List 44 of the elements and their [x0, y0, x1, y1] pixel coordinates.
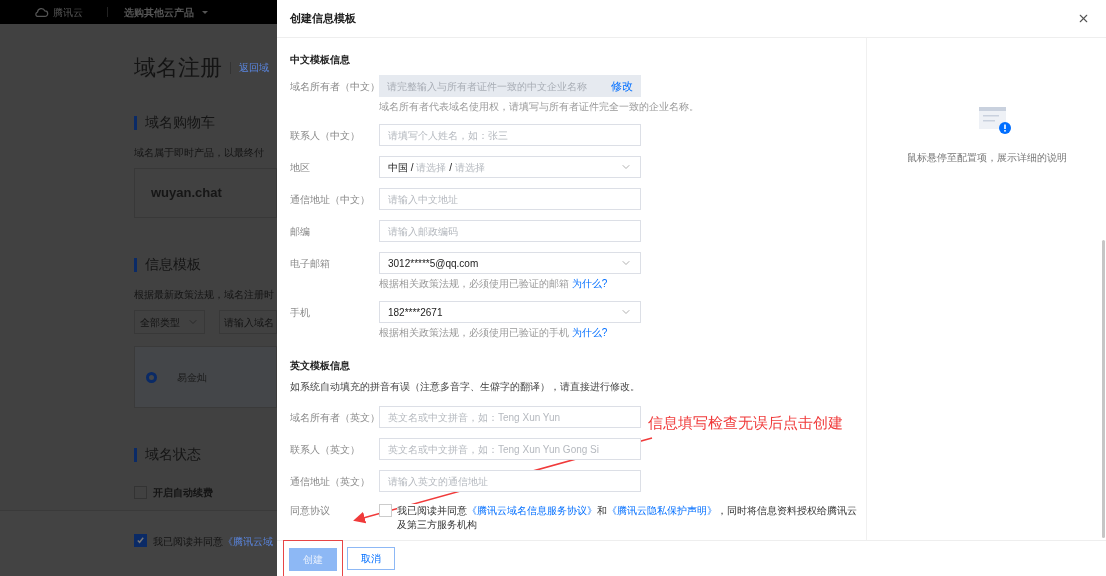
checkbox[interactable] [134, 534, 147, 547]
why-link[interactable]: 为什么? [571, 278, 608, 289]
field-label: 地区 [290, 160, 311, 175]
input-field[interactable]: 英文名或中文拼音，如：Teng Xun Yun [379, 406, 641, 428]
field-label: 通信地址（中文） [290, 192, 371, 207]
scrollbar[interactable] [1102, 240, 1105, 538]
annotation-text: 信息填写检查无误后点击创建 [648, 413, 843, 433]
section-heading: 英文模板信息 [290, 359, 351, 373]
input-field[interactable]: 英文名或中文拼音，如：Teng Xun Yun Gong Si [379, 438, 641, 460]
field-label: 通信地址（英文） [290, 474, 371, 489]
field-hint: 根据相关政策法规，必须使用已验证的手机 为什么? [379, 326, 609, 340]
field-hint: 根据相关政策法规，必须使用已验证的邮箱 为什么? [379, 277, 609, 291]
check-icon [136, 536, 145, 545]
field-label: 邮编 [290, 224, 311, 239]
dialog-title: 创建信息模板 [290, 11, 356, 27]
select-field[interactable]: 3012*****5@qq.com [379, 252, 641, 274]
products-menu[interactable]: 选购其他云产品 [124, 4, 208, 20]
region-select[interactable]: 中国 / 请选择 / 请选择 [379, 156, 641, 178]
close-icon[interactable] [1077, 12, 1090, 25]
radio[interactable] [146, 371, 157, 383]
cancel-button[interactable]: 取消 [347, 547, 395, 570]
back-link[interactable]: 返回域 [239, 60, 269, 75]
field-label: 手机 [290, 305, 311, 320]
field-label: 联系人（英文） [290, 442, 361, 457]
field-label: 域名所有者（中文） [290, 79, 379, 94]
agreement-link[interactable]: 《腾讯云域 [223, 536, 273, 547]
cloud-logo-icon [33, 6, 49, 18]
field-label: 联系人（中文） [290, 128, 361, 143]
section-note: 如系统自动填充的拼音有误（注意多音字、生僻字的翻译），请直接进行修改。 [290, 380, 641, 394]
agreement-text: 我已阅读并同意《腾讯云域名信息服务协议》和《腾讯云隐私保护声明》，同时将信息资料授权给腾讯云及第三方服务机构 [397, 504, 857, 532]
section-heading: 中文模板信息 [290, 53, 351, 67]
brand-name[interactable]: 腾讯云 [53, 4, 83, 20]
agreement-link[interactable]: 《腾讯云隐私保护声明》 [607, 505, 717, 516]
agreement-link[interactable]: 《腾讯云域名信息服务协议》 [467, 505, 597, 516]
field-label: 同意协议 [290, 504, 331, 518]
edit-link[interactable]: 修改 [611, 77, 633, 95]
help-text: 鼠标悬停至配置项，展示详细的说明 [906, 151, 1067, 165]
document-alert-icon [977, 106, 1012, 136]
field-label: 域名所有者（英文） [290, 410, 379, 425]
field-label: 电子邮箱 [290, 256, 331, 271]
why-link[interactable]: 为什么? [571, 327, 608, 338]
input-field[interactable]: 请输入邮政编码 [379, 220, 641, 242]
select-field[interactable]: 182****2671 [379, 301, 641, 323]
region-value: 中国 / 请选择 / 请选择 [388, 160, 485, 175]
